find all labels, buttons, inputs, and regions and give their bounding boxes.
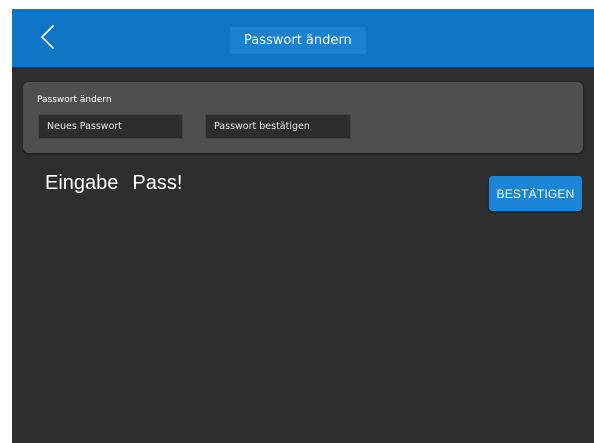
status-line: Eingabe Pass! (45, 172, 182, 195)
status-message: Pass! (132, 172, 183, 194)
app-screen: Passwort ändern Passwort ändern Neues Pa… (12, 9, 594, 443)
confirm-button[interactable]: BESTÄTIGEN (489, 176, 582, 211)
status-label: Eingabe (45, 172, 119, 194)
back-button[interactable] (34, 21, 62, 53)
password-form-panel: Passwort ändern Neues Passwort Passwort … (23, 82, 583, 153)
confirm-password-placeholder: Passwort bestätigen (214, 121, 310, 132)
form-section-label: Passwort ändern (37, 95, 112, 105)
confirm-button-label: BESTÄTIGEN (496, 186, 575, 201)
confirm-password-field[interactable]: Passwort bestätigen (205, 114, 351, 139)
page-title-text: Passwort ändern (244, 33, 352, 48)
new-password-placeholder: Neues Passwort (47, 121, 123, 132)
page-title: Passwort ändern (230, 27, 366, 54)
chevron-left-icon (41, 25, 54, 49)
new-password-field[interactable]: Neues Passwort (38, 114, 183, 139)
header-bar: Passwort ändern (12, 9, 594, 67)
